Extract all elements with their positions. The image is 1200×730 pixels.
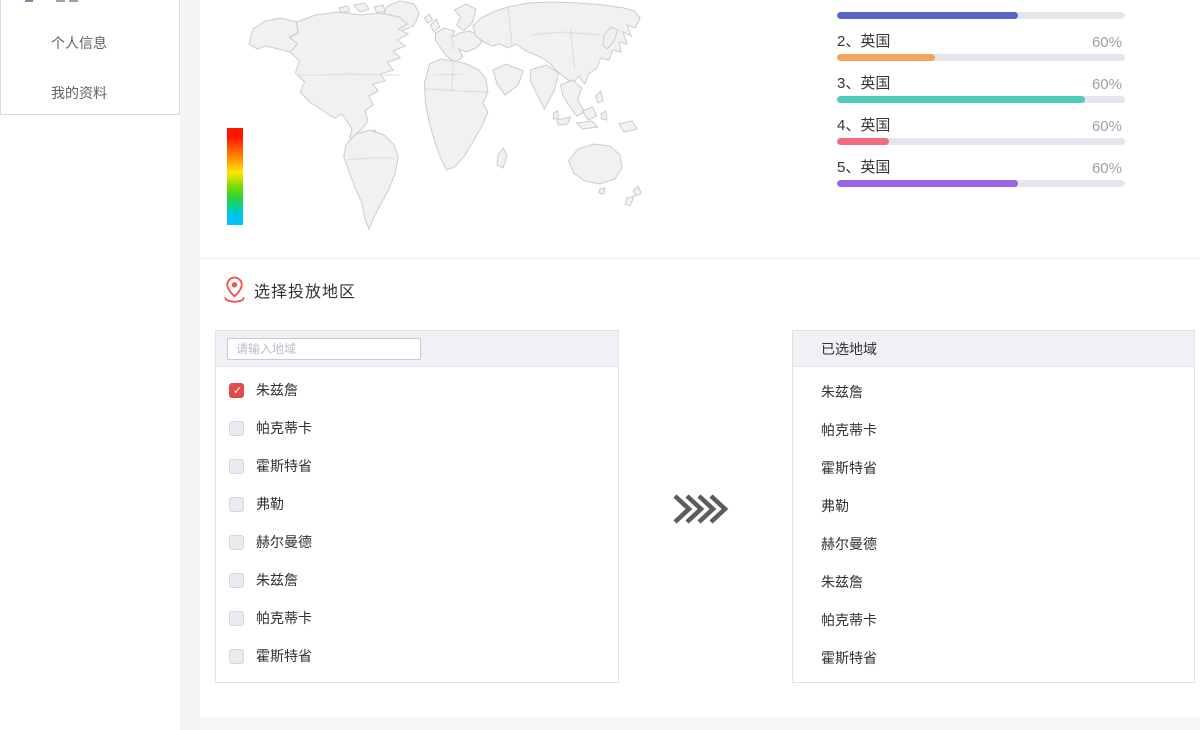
region-option[interactable]: 朱兹詹 <box>216 561 618 599</box>
page: 个人信息 我的资料 <box>0 0 1200 730</box>
region-option-label: 霍斯特省 <box>256 456 312 476</box>
region-option[interactable]: 赫尔曼德 <box>216 523 618 561</box>
location-pin-icon <box>222 276 247 303</box>
ranking-row <box>837 0 1125 29</box>
ranking-bar-track <box>837 180 1125 187</box>
selected-region-item[interactable]: 弗勒 <box>793 487 1194 525</box>
region-option[interactable]: 霍斯特省 <box>216 447 618 485</box>
ranking-row: 4、英国 60% <box>837 113 1125 155</box>
checkbox-icon[interactable] <box>229 497 244 512</box>
chevrons-right-icon <box>673 494 729 524</box>
ranking-bar-track <box>837 138 1125 145</box>
checkbox-icon[interactable] <box>229 459 244 474</box>
ranking-value: 60% <box>1092 118 1125 135</box>
sidebar-item[interactable]: 我的资料 <box>1 83 179 133</box>
sidebar: 个人信息 我的资料 <box>0 0 180 115</box>
ranking-value: 60% <box>1092 160 1125 177</box>
heat-legend <box>227 128 243 225</box>
checkbox-icon[interactable] <box>229 649 244 664</box>
selected-region-item[interactable]: 帕克蒂卡 <box>793 411 1194 449</box>
selected-region-item[interactable]: 霍斯特省 <box>793 639 1194 677</box>
transfer-arrows-button[interactable] <box>673 494 729 524</box>
region-source-panel: 朱兹詹 帕克蒂卡 霍斯特省 弗勒 赫尔曼德 朱兹詹 帕克蒂卡 霍斯特省 <box>215 330 619 683</box>
ranking-value: 60% <box>1092 76 1125 93</box>
ranking-row-line <box>837 0 1125 9</box>
source-panel-header <box>216 331 618 367</box>
selected-region-item[interactable]: 帕克蒂卡 <box>793 601 1194 639</box>
selected-region-label: 霍斯特省 <box>821 648 877 668</box>
sidebar-item-label: 个人信息 <box>51 35 107 51</box>
selected-region-list: 朱兹詹 帕克蒂卡 霍斯特省 弗勒 赫尔曼德 朱兹詹 帕克蒂卡 霍斯特省 <box>793 367 1194 677</box>
region-option[interactable]: 帕克蒂卡 <box>216 599 618 637</box>
region-option-label: 霍斯特省 <box>256 646 312 666</box>
ranking-row: 3、英国 60% <box>837 71 1125 113</box>
sidebar-menu: 个人信息 我的资料 <box>1 0 179 133</box>
world-map-svg <box>248 0 742 232</box>
selected-region-label: 朱兹詹 <box>821 572 863 592</box>
page-background-strip <box>200 717 1200 730</box>
region-option-label: 朱兹詹 <box>256 570 298 590</box>
ranking-bar-fill <box>837 180 1018 187</box>
region-option-label: 帕克蒂卡 <box>256 608 312 628</box>
selected-region-item[interactable]: 赫尔曼德 <box>793 525 1194 563</box>
ranking-label: 5、英国 <box>837 156 890 177</box>
region-section-header: 选择投放地区 <box>222 276 356 303</box>
search-input[interactable] <box>227 338 421 360</box>
ranking-value: 60% <box>1092 34 1125 51</box>
selected-region-label: 帕克蒂卡 <box>821 610 877 630</box>
ranking-label: 3、英国 <box>837 72 890 93</box>
region-option[interactable]: 霍斯特省 <box>216 637 618 675</box>
checkbox-icon[interactable] <box>229 421 244 436</box>
source-region-list: 朱兹詹 帕克蒂卡 霍斯特省 弗勒 赫尔曼德 朱兹詹 帕克蒂卡 霍斯特省 <box>216 367 618 675</box>
selected-region-label: 帕克蒂卡 <box>821 420 877 440</box>
region-option-label: 赫尔曼德 <box>256 532 312 552</box>
sidebar-item-label: 我的资料 <box>51 85 107 101</box>
target-panel-header: 已选地域 <box>793 331 1194 367</box>
selected-region-label: 朱兹詹 <box>821 382 863 402</box>
ranking-bar-fill <box>837 54 935 61</box>
ranking-bar-track <box>837 54 1125 61</box>
ranking-label: 2、英国 <box>837 30 890 51</box>
sidebar-item-clipped <box>25 0 145 2</box>
selected-region-item[interactable]: 朱兹詹 <box>793 373 1194 411</box>
sidebar-item[interactable]: 个人信息 <box>1 33 179 83</box>
ranking-row-line: 3、英国 60% <box>837 71 1125 93</box>
checkbox-icon[interactable] <box>229 611 244 626</box>
checkbox-icon[interactable] <box>229 573 244 588</box>
selected-region-label: 赫尔曼德 <box>821 534 877 554</box>
region-option-label: 朱兹詹 <box>256 380 298 400</box>
checkbox-icon[interactable] <box>229 383 244 398</box>
region-option[interactable]: 朱兹詹 <box>216 371 618 409</box>
ranking-row-line: 4、英国 60% <box>837 113 1125 135</box>
ranking-bar-fill <box>837 96 1085 103</box>
world-map <box>248 0 742 232</box>
ranking-bar-track <box>837 96 1125 103</box>
region-target-panel: 已选地域 朱兹詹 帕克蒂卡 霍斯特省 弗勒 赫尔曼德 朱兹詹 帕克蒂卡 霍斯特省 <box>792 330 1195 683</box>
ranking-bar-fill <box>837 12 1018 19</box>
ranking-row: 5、英国 60% <box>837 155 1125 197</box>
ranking-row: 2、英国 60% <box>837 29 1125 71</box>
selected-region-label: 弗勒 <box>821 496 849 516</box>
country-ranking: 2、英国 60% 3、英国 60% 4、英国 60% 5、英国 60% <box>837 0 1125 197</box>
layout-gutter <box>180 0 200 730</box>
region-option-label: 弗勒 <box>256 494 284 514</box>
ranking-label: 4、英国 <box>837 114 890 135</box>
ranking-row-line: 2、英国 60% <box>837 29 1125 51</box>
ranking-bar-track <box>837 12 1125 19</box>
main-panel: 2、英国 60% 3、英国 60% 4、英国 60% 5、英国 60% <box>200 0 1200 717</box>
checkbox-icon[interactable] <box>229 535 244 550</box>
ranking-row-line: 5、英国 60% <box>837 155 1125 177</box>
ranking-bar-fill <box>837 138 889 145</box>
section-divider <box>200 258 1200 259</box>
selected-region-label: 霍斯特省 <box>821 458 877 478</box>
selected-region-item[interactable]: 朱兹詹 <box>793 563 1194 601</box>
selected-region-item[interactable]: 霍斯特省 <box>793 449 1194 487</box>
region-option-label: 帕克蒂卡 <box>256 418 312 438</box>
region-option[interactable]: 帕克蒂卡 <box>216 409 618 447</box>
region-option[interactable]: 弗勒 <box>216 485 618 523</box>
section-title: 选择投放地区 <box>254 278 356 302</box>
